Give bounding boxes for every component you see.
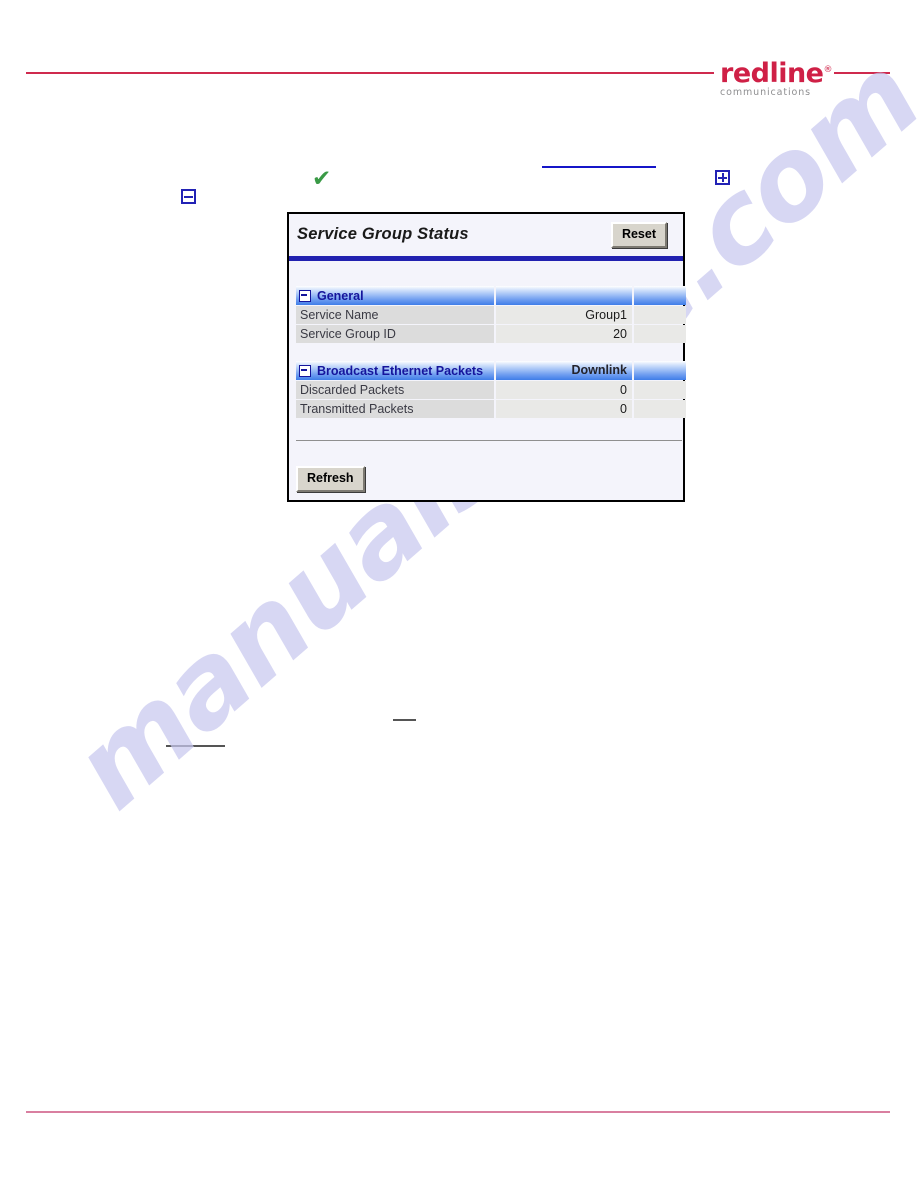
text-underline-upper [393,719,416,721]
group-header-col3 [634,361,686,380]
row-value: Group1 [496,306,632,324]
green-check-icon: ✔ [312,166,332,192]
logo-trademark: ® [823,65,833,75]
group-header-label-cell[interactable]: Broadcast Ethernet Packets [296,361,494,380]
table-row: Service Group ID 20 [296,325,691,343]
watermark: manualshive.com [49,33,918,1030]
table-row: Service Name Group1 [296,306,691,324]
plus-bar-vertical [721,173,724,182]
row-label: Service Name [296,306,494,324]
logo-wordmark-text: redline [720,58,824,89]
group-header-col2: Downlink [496,361,632,380]
row-value-2 [634,400,686,418]
logo-wordmark: redline® [720,56,832,88]
group-title: Broadcast Ethernet Packets [317,363,484,378]
row-value-2 [634,306,686,324]
row-value: 0 [496,400,632,418]
expand-plus-icon[interactable] [715,170,730,185]
status-table: General Service Name Group1 Service Grou… [296,286,691,427]
row-value-2 [634,325,686,343]
page-title: Service Group Status [297,225,469,243]
text-underline-lower [166,745,225,747]
group-header-row[interactable]: Broadcast Ethernet Packets Downlink [296,361,691,380]
group-header-row[interactable]: General [296,286,691,305]
group-header-col3 [634,286,686,305]
hyperlink-underline[interactable] [542,166,656,168]
panel-header: Service Group Status Reset [289,214,683,256]
group-header-col2 [496,286,632,305]
refresh-button[interactable]: Refresh [296,466,365,492]
row-value: 20 [496,325,632,343]
row-label: Transmitted Packets [296,400,494,418]
group-broadcast-ethernet-packets: Broadcast Ethernet Packets Downlink Disc… [296,361,691,418]
group-general: General Service Name Group1 Service Grou… [296,286,691,343]
collapse-toggle-icon[interactable] [299,289,311,302]
row-label: Service Group ID [296,325,494,343]
collapse-minus-icon[interactable] [181,189,196,204]
reset-button[interactable]: Reset [610,222,667,248]
table-row: Discarded Packets 0 [296,381,691,399]
group-title: General [317,288,364,303]
title-accent-bar [289,256,683,261]
service-group-status-panel: Service Group Status Reset General Servi… [287,212,686,502]
collapse-toggle-icon[interactable] [299,364,311,377]
group-header-label-cell[interactable]: General [296,286,494,305]
row-value-2 [634,381,686,399]
footer-separator [296,440,682,441]
minus-bar [184,195,193,198]
page-rule-bottom [26,1111,890,1113]
row-value: 0 [496,381,632,399]
redline-logo: redline® communications [714,56,834,98]
row-label: Discarded Packets [296,381,494,399]
table-row: Transmitted Packets 0 [296,400,691,418]
